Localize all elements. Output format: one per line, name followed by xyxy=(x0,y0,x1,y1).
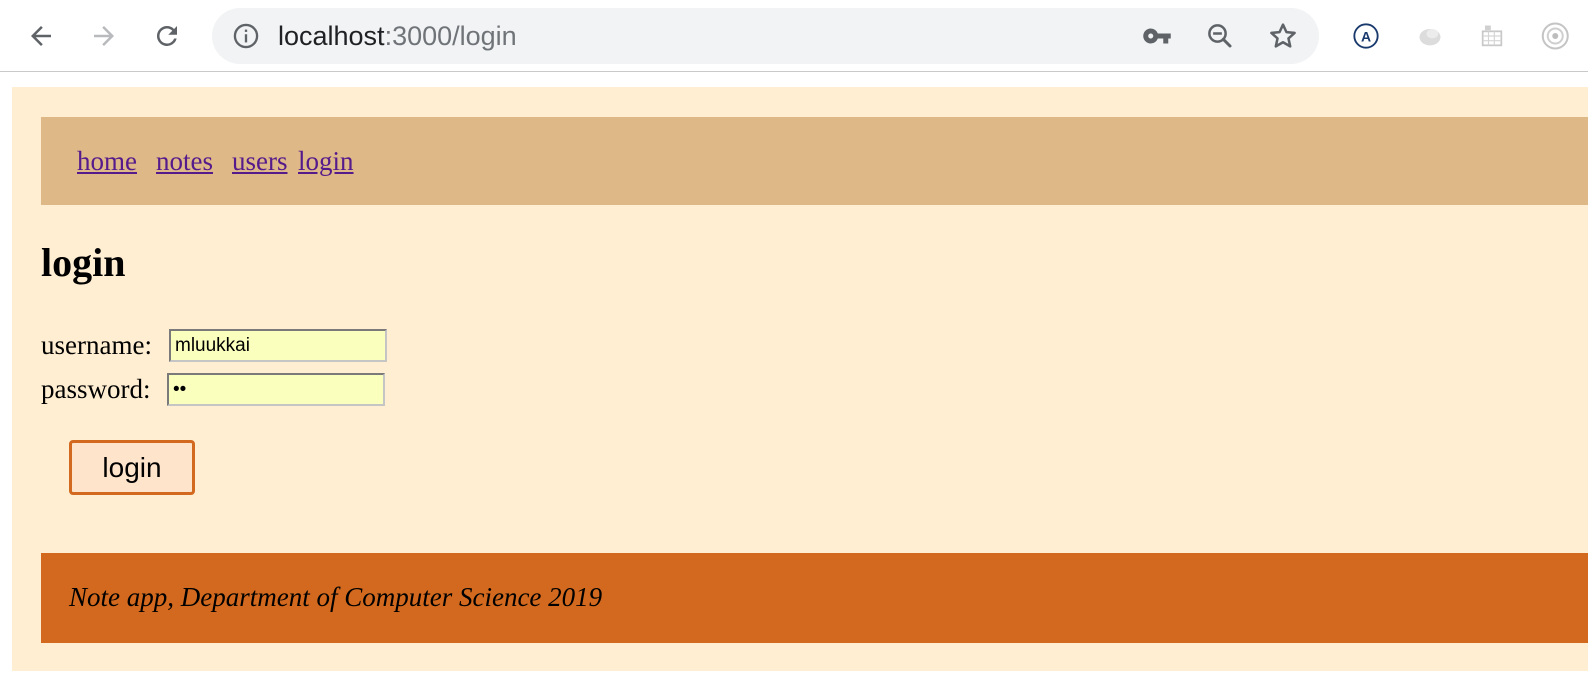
extension-translate[interactable]: A xyxy=(1348,18,1384,54)
translate-extension-icon: A xyxy=(1353,23,1379,49)
app-page: home notes users login login username: p… xyxy=(12,87,1588,671)
info-icon[interactable] xyxy=(232,22,260,50)
page-title: login xyxy=(41,240,126,285)
saved-passwords-button[interactable] xyxy=(1141,20,1173,52)
address-bar[interactable]: localhost:3000/login xyxy=(212,8,1319,64)
grid-extension-icon xyxy=(1481,25,1503,47)
back-arrow-icon xyxy=(31,26,51,46)
nav-link-users[interactable]: users xyxy=(232,145,288,177)
reload-button[interactable] xyxy=(147,16,187,56)
target-extension-icon xyxy=(1541,22,1569,50)
login-submit-button[interactable]: login xyxy=(69,440,195,495)
username-input[interactable] xyxy=(169,329,387,362)
back-button[interactable] xyxy=(21,16,61,56)
footer-text: Note app, Department of Computer Science… xyxy=(69,582,603,612)
key-icon xyxy=(1143,28,1171,44)
footer: Note app, Department of Computer Science… xyxy=(41,553,1588,643)
cloud-extension-icon xyxy=(1419,29,1441,46)
forward-button[interactable] xyxy=(84,16,124,56)
url-text[interactable]: localhost:3000/login xyxy=(278,19,517,53)
bookmark-button[interactable] xyxy=(1267,20,1299,52)
zoom-button[interactable] xyxy=(1204,20,1236,52)
password-label: password: xyxy=(41,374,151,404)
nav-link-login[interactable]: login xyxy=(298,145,354,177)
extension-grid[interactable] xyxy=(1474,18,1510,54)
svg-text:A: A xyxy=(1361,28,1371,44)
extension-cloud[interactable] xyxy=(1412,18,1448,54)
star-icon xyxy=(1270,23,1296,48)
reload-icon xyxy=(156,25,177,46)
forward-arrow-icon xyxy=(94,26,114,46)
nav-link-home[interactable]: home xyxy=(77,145,137,177)
url-path: :3000/login xyxy=(384,21,517,51)
url-host: localhost xyxy=(278,21,385,51)
zoom-out-icon xyxy=(1208,24,1232,48)
navigation-bar: home notes users login xyxy=(41,117,1588,205)
password-input[interactable] xyxy=(167,373,385,406)
browser-toolbar: localhost:3000/login A xyxy=(0,0,1588,72)
username-label: username: xyxy=(41,330,152,360)
nav-link-notes[interactable]: notes xyxy=(156,145,213,177)
extension-target[interactable] xyxy=(1536,18,1572,54)
